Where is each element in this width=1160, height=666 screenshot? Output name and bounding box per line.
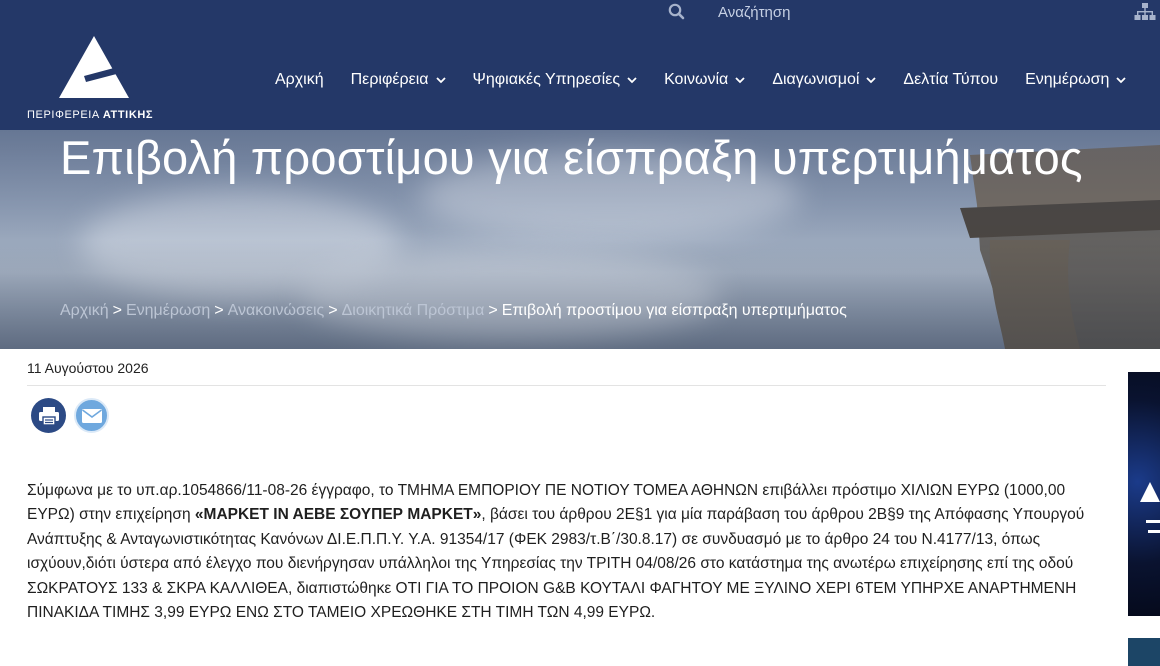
breadcrumb-current: Επιβολή προστίμου για είσπραξη υπερτιμήμ… <box>501 302 847 319</box>
sitemap-icon[interactable] <box>1134 2 1156 22</box>
breadcrumb-announcements[interactable]: Ανακοινώσεις <box>228 302 325 319</box>
breadcrumb-separator: > <box>328 302 338 319</box>
nav-item-society[interactable]: Κοινωνία <box>664 71 745 89</box>
nav-item-home[interactable]: Αρχική <box>275 71 324 89</box>
nav-item-tenders[interactable]: Διαγωνισμοί <box>772 71 877 89</box>
nav-item-digital-services[interactable]: Ψηφιακές Υπηρεσίες <box>473 71 638 89</box>
print-button[interactable] <box>31 398 66 433</box>
breadcrumb-separator: > <box>488 302 498 319</box>
logo-text: ΠΕΡΙΦΕΡΕΙΑ ΑΤΤΙΚΗΣ <box>27 109 154 121</box>
main-nav: Αρχική Περιφέρεια Ψηφιακές Υπηρεσίες Κοι… <box>275 70 1127 90</box>
mail-icon <box>81 408 102 423</box>
article-body: Σύμφωνα με το υπ.αρ.1054866/11-08-26 έγγ… <box>27 482 1085 622</box>
chevron-down-icon <box>866 76 877 83</box>
breadcrumb-home[interactable]: Αρχική <box>60 302 109 319</box>
article-date: 11 Αυγούστου 2026 <box>27 360 149 376</box>
breadcrumb-news[interactable]: Ενημέρωση <box>126 302 210 319</box>
page-title: Επιβολή προστίμου για είσπραξη υπερτιμήμ… <box>60 131 1083 184</box>
divider <box>27 385 1106 386</box>
side-banner-secondary[interactable] <box>1128 638 1160 666</box>
email-share-button[interactable] <box>74 398 109 433</box>
search-link[interactable]: Αναζήτηση <box>718 4 790 21</box>
chevron-down-icon <box>627 76 637 83</box>
side-banner-ad[interactable] <box>1128 372 1160 616</box>
breadcrumb-administrative-fines[interactable]: Διοικητικά Πρόστιμα <box>342 302 485 319</box>
chevron-down-icon <box>435 76 446 83</box>
breadcrumb-separator: > <box>214 302 224 319</box>
chevron-down-icon <box>1116 76 1127 83</box>
chevron-down-icon <box>735 76 745 83</box>
business-name: «ΜΑΡΚΕΤ ΙΝ ΑΕΒΕ ΣΟΥΠΕΡ ΜΑΡΚΕΤ» <box>194 506 482 524</box>
hero-banner: Επιβολή προστίμου για είσπραξη υπερτιμήμ… <box>0 130 1160 349</box>
breadcrumb-separator: > <box>112 302 122 319</box>
side-banner-logo <box>1140 482 1160 533</box>
nav-item-region[interactable]: Περιφέρεια <box>351 71 446 89</box>
site-header: Αναζήτηση ΠΕΡΙΦΕΡΕΙΑ ΑΤΤΙΚΗΣ Αρχική Περι… <box>0 0 1160 130</box>
print-icon <box>38 406 59 426</box>
breadcrumb: Αρχική > Ενημέρωση > Ανακοινώσεις > Διοικητικά… <box>60 302 847 320</box>
search-icon[interactable] <box>667 2 687 22</box>
nav-item-news[interactable]: Ενημέρωση <box>1025 71 1127 89</box>
nav-item-press-releases[interactable]: Δελτία Τύπου <box>903 71 998 89</box>
